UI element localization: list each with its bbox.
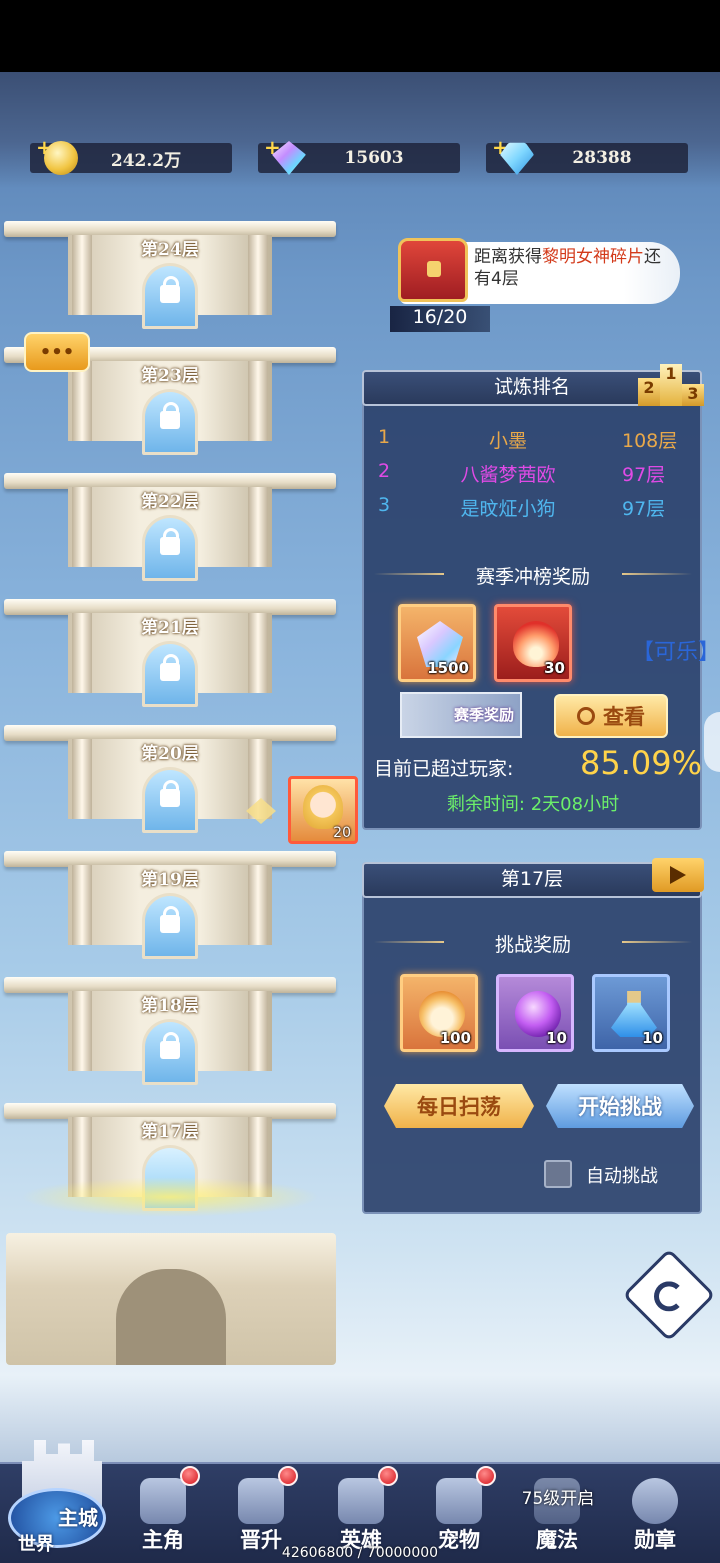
gold-amount: 242.2万 bbox=[110, 150, 182, 171]
treasure-chest-icon[interactable] bbox=[398, 238, 468, 302]
reward-qty: 100 bbox=[439, 1029, 471, 1047]
auto-challenge-checkbox[interactable] bbox=[544, 1160, 572, 1188]
season-reward-heading: 赛季冲榜奖励 bbox=[364, 562, 702, 588]
lock-icon bbox=[160, 402, 180, 429]
remaining-time: 剩余时间: 2天08小时 bbox=[446, 794, 620, 815]
gem-amount: 15603 bbox=[344, 148, 404, 168]
tower-base bbox=[6, 1233, 336, 1365]
diamond-resource[interactable]: + 28388 bbox=[486, 135, 688, 175]
start-challenge-button[interactable]: 开始挑战 bbox=[546, 1084, 694, 1128]
tower-floor-current[interactable]: 第17层 bbox=[0, 1067, 340, 1217]
rank-row[interactable]: 1 小墨 108层 bbox=[378, 426, 698, 456]
chest-progress: 16/20 bbox=[390, 306, 490, 332]
rank-player-name: 八酱梦茜欧 bbox=[460, 464, 556, 486]
daily-sweep-button[interactable]: 每日扫荡 bbox=[384, 1084, 534, 1128]
floor-label: 第23层 bbox=[141, 366, 199, 386]
chest-hint: 距离获得黎明女神碎片还有4层 bbox=[474, 246, 674, 290]
lock-icon bbox=[160, 276, 180, 303]
season-reward-badge[interactable]: 赛季奖励 bbox=[400, 692, 522, 738]
reward-item[interactable]: 1500 bbox=[398, 604, 476, 682]
reward-item[interactable]: 10 bbox=[496, 974, 574, 1052]
promotion-icon bbox=[238, 1478, 284, 1524]
reward-qty: 1500 bbox=[427, 659, 469, 677]
floor-label: 第18层 bbox=[141, 996, 199, 1016]
return-button[interactable] bbox=[622, 1248, 716, 1342]
rank-floor: 97层 bbox=[622, 464, 666, 486]
lock-icon bbox=[160, 528, 180, 555]
tower-floor[interactable]: 第21层 bbox=[0, 563, 340, 707]
notification-dot bbox=[476, 1466, 496, 1486]
rank-floor: 108层 bbox=[622, 430, 678, 452]
pet-icon bbox=[436, 1478, 482, 1524]
floor-label: 第19层 bbox=[141, 870, 199, 890]
rank-player-name: 小墨 bbox=[488, 430, 527, 452]
notification-dot bbox=[180, 1466, 200, 1486]
floor-label: 第17层 bbox=[141, 1122, 199, 1142]
video-icon[interactable] bbox=[652, 858, 704, 892]
podium-icon[interactable]: 2 1 3 bbox=[638, 360, 704, 406]
rank-row[interactable]: 3 是旼炡小狗 97层 bbox=[378, 494, 698, 524]
daily-sweep-label: 每日扫荡 bbox=[417, 1095, 501, 1119]
tower-floor[interactable]: 第18层 bbox=[0, 941, 340, 1085]
reward-item[interactable]: 10 bbox=[592, 974, 670, 1052]
tower-floor[interactable]: 第24层 bbox=[0, 185, 340, 329]
surpass-label: 目前已超过玩家: bbox=[374, 758, 514, 780]
floor-label: 第20层 bbox=[141, 744, 199, 764]
season-badge-label: 赛季奖励 bbox=[453, 706, 514, 724]
lock-icon bbox=[160, 906, 180, 933]
notification-dot bbox=[378, 1466, 398, 1486]
chest-hint-prefix: 距离获得 bbox=[474, 247, 542, 267]
unlock-level-note: 75级开启 bbox=[521, 1489, 595, 1509]
hero-portrait-icon bbox=[303, 785, 343, 829]
player-avatar-marker[interactable]: 20 bbox=[288, 776, 358, 844]
rank-player-name: 是旼炡小狗 bbox=[460, 498, 556, 520]
home-city-label: 主城 bbox=[58, 1506, 98, 1530]
gold-resource[interactable]: + 242.2万 bbox=[30, 135, 232, 175]
reward-item[interactable]: 100 bbox=[400, 974, 478, 1052]
surpass-value: 85.09% bbox=[580, 744, 703, 782]
lock-icon bbox=[160, 780, 180, 807]
diamond-amount: 28388 bbox=[572, 148, 632, 168]
side-tag: 【可乐】 bbox=[632, 640, 720, 665]
chest-hint-highlight: 黎明女神碎片 bbox=[542, 247, 644, 267]
challenge-reward-heading: 挑战奖励 bbox=[364, 930, 702, 956]
helmet-icon bbox=[338, 1478, 384, 1524]
reward-qty: 10 bbox=[642, 1029, 663, 1047]
tower-floor[interactable]: 第23层 bbox=[0, 311, 340, 455]
experience-readout: 42606800 / 70000000 bbox=[281, 1545, 439, 1561]
rank-row[interactable]: 2 八酱梦茜欧 97层 bbox=[378, 460, 698, 490]
floor-panel-title: 第17层 bbox=[362, 862, 702, 898]
floor-label: 第22层 bbox=[141, 492, 199, 512]
reward-qty: 30 bbox=[544, 659, 565, 677]
protagonist-icon bbox=[140, 1478, 186, 1524]
search-icon bbox=[577, 707, 595, 725]
reward-qty: 10 bbox=[546, 1029, 567, 1047]
rank-floor: 97层 bbox=[622, 498, 666, 520]
gold-coin-icon bbox=[44, 141, 78, 175]
ranking-panel: 试炼排名 2 1 3 1 小墨 108层 2 八酱梦茜欧 97层 3 是旼炡小狗… bbox=[362, 364, 704, 830]
floor-panel: 第17层 挑战奖励 100 10 10 每日扫荡 开始挑战 自动挑战 bbox=[362, 858, 704, 1214]
lock-icon bbox=[160, 654, 180, 681]
reward-item[interactable]: 30 bbox=[494, 604, 572, 682]
side-pull-tab[interactable] bbox=[704, 712, 720, 772]
status-bar bbox=[0, 0, 720, 72]
floor-label: 第21层 bbox=[141, 618, 199, 638]
auto-challenge-label: 自动挑战 bbox=[586, 1166, 658, 1187]
notification-dot bbox=[278, 1466, 298, 1486]
home-city-button[interactable]: 主城 世界 bbox=[6, 1434, 114, 1558]
medal-icon bbox=[632, 1478, 678, 1524]
view-button-label: 查看 bbox=[603, 705, 645, 729]
gem-resource[interactable]: + 15603 bbox=[258, 135, 460, 175]
start-challenge-label: 开始挑战 bbox=[578, 1095, 662, 1119]
floor-label: 第24层 bbox=[141, 240, 199, 260]
player-level: 20 bbox=[333, 825, 351, 841]
tower-floor[interactable]: 第22层 bbox=[0, 437, 340, 581]
view-button[interactable]: 查看 bbox=[554, 694, 668, 738]
lock-icon bbox=[160, 1032, 180, 1059]
swirl-icon bbox=[654, 1281, 684, 1312]
chat-icon[interactable]: ••• bbox=[24, 332, 90, 372]
